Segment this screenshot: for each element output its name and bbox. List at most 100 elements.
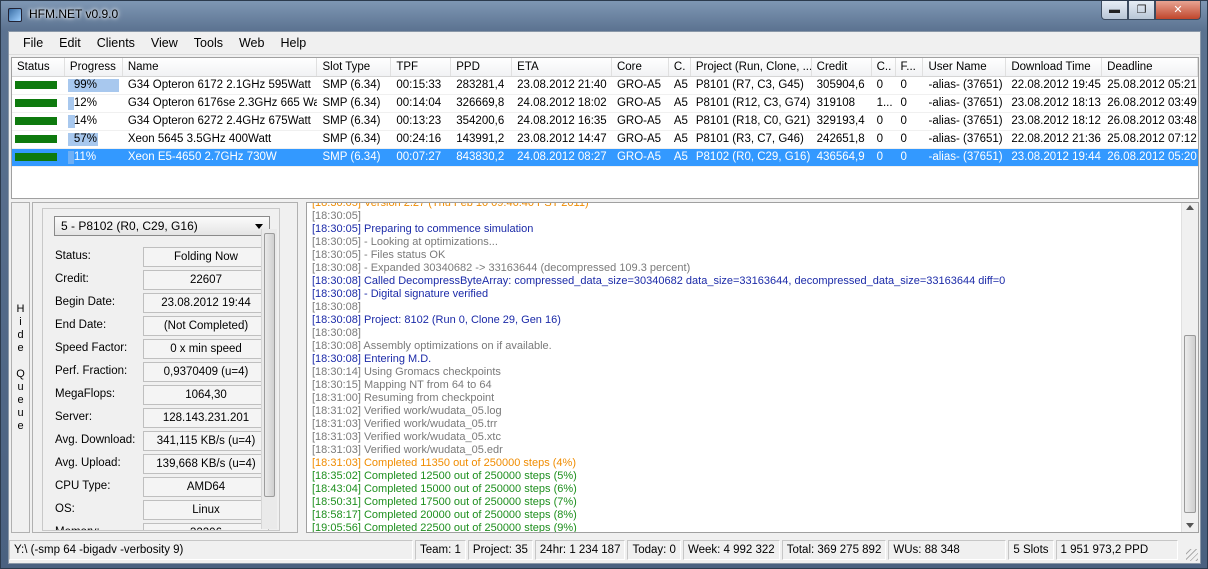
log-line: [18:30:05] Version 2.27 (Thu Feb 10 09:4… (312, 202, 589, 209)
scroll-down-icon[interactable] (1186, 523, 1194, 528)
queue-select[interactable]: 5 - P8102 (R0, C29, G16) (54, 216, 270, 236)
resize-grip-icon[interactable] (1186, 549, 1198, 561)
table-row[interactable]: 14% G34 Opteron 6272 2.4GHz 675Watt SMP (6… (12, 113, 1198, 131)
log-line: [19:05:56] Completed 22500 out of 250000… (312, 522, 577, 533)
menu-file[interactable]: File (15, 36, 51, 50)
cell-tpf: 00:15:33 (396, 79, 442, 91)
menu-help[interactable]: Help (272, 36, 314, 50)
menu-tools[interactable]: Tools (186, 36, 231, 50)
queue-field-value: 1064,30 (143, 385, 269, 405)
header-core[interactable]: Core (612, 58, 669, 76)
cell-core: GRO-A5 (616, 115, 662, 127)
cell-failed: 0 (900, 97, 907, 109)
header-project[interactable]: Project (Run, Clone, ... (691, 58, 812, 76)
queue-field-value: 139,668 KB/s (u=4) (143, 454, 269, 474)
grid-rows: 99% G34 Opteron 6172 2.1GHz 595Watt SMP (6… (12, 77, 1198, 167)
scroll-up-icon[interactable] (1186, 205, 1194, 210)
menu-clients[interactable]: Clients (89, 36, 143, 50)
header-name[interactable]: Name (123, 58, 318, 76)
cell-failed: 0 (900, 115, 907, 127)
cell-eta: 24.08.2012 16:35 (517, 115, 607, 127)
menu-edit[interactable]: Edit (51, 36, 89, 50)
queue-field-label: Speed Factor: (55, 342, 128, 354)
queue-field-label: Begin Date: (55, 296, 116, 308)
cell-completed: 0 (876, 151, 883, 163)
cell-failed: 0 (900, 151, 907, 163)
status-indicator (12, 95, 65, 112)
queue-field: Status: Folding Now (55, 247, 279, 267)
header-eta[interactable]: ETA (512, 58, 612, 76)
header-failed[interactable]: F... (896, 58, 924, 76)
header-ppd[interactable]: PPD (451, 58, 513, 76)
log-scroll-thumb[interactable] (1184, 335, 1196, 513)
cell-project: P8101 (R12, C3, G74) (695, 97, 811, 109)
progress-text: 57% (73, 133, 97, 145)
queue-field: Perf. Fraction: 0,9370409 (u=4) (55, 362, 279, 382)
menu-web[interactable]: Web (231, 36, 272, 50)
app-icon[interactable] (8, 8, 22, 22)
queue-field-label: Perf. Fraction: (55, 365, 128, 377)
table-row[interactable]: 99% G34 Opteron 6172 2.1GHz 595Watt SMP (6… (12, 77, 1198, 95)
status-running-icon (15, 117, 57, 125)
log-line: [18:43:04] Completed 15000 out of 250000… (312, 483, 577, 495)
table-row[interactable]: 57% Xeon 5645 3.5GHz 400Watt SMP (6.34) 00:… (12, 131, 1198, 149)
log-line: [18:30:05] (312, 210, 361, 222)
cell-ppd: 326669,8 (456, 97, 505, 109)
progress-cell: 57% (65, 131, 123, 148)
header-user-name[interactable]: User Name (923, 58, 1007, 76)
cell-core-id: A5 (673, 133, 688, 145)
progress-text: 99% (73, 79, 97, 91)
log-line: [18:58:17] Completed 20000 out of 250000… (312, 509, 577, 521)
queue-field: Begin Date: 23.08.2012 19:44 (55, 293, 279, 313)
queue-field-label: Avg. Upload: (55, 457, 121, 469)
header-completed[interactable]: C.. (872, 58, 896, 76)
status-wus: WUs: 88 348 (888, 540, 1007, 560)
queue-scroll-thumb[interactable] (264, 233, 275, 497)
table-row[interactable]: 12% G34 Opteron 6176se 2.3GHz 665 Watt SMP… (12, 95, 1198, 113)
log-line: [18:31:00] Resuming from checkpoint (312, 392, 495, 404)
cell-user: -alias- (37651) (928, 115, 1003, 127)
cell-download: 23.08.2012 18:12 (1011, 115, 1101, 127)
cell-core: GRO-A5 (616, 79, 662, 91)
header-download-time[interactable]: Download Time (1006, 58, 1103, 76)
log-line: [18:30:05] - Looking at optimizations... (312, 236, 498, 248)
cell-ppd: 843830,2 (456, 151, 505, 163)
table-row[interactable]: 11% Xeon E5-4650 2.7GHz 730W SMP (6.34) 00:… (12, 149, 1198, 167)
queue-scrollbar[interactable] (261, 229, 277, 529)
queue-field-value: 128.143.231.201 (143, 408, 269, 428)
queue-select-value: 5 - P8102 (R0, C29, G16) (61, 219, 198, 233)
cell-deadline: 26.08.2012 05:20 (1107, 151, 1197, 163)
header-status[interactable]: Status (12, 58, 65, 76)
queue-field: Speed Factor: 0 x min speed (55, 339, 279, 359)
log-line: [18:30:08] Assembly optimizations on if … (312, 340, 552, 352)
menu-view[interactable]: View (143, 36, 186, 50)
header-slot-type[interactable]: Slot Type (317, 58, 392, 76)
log-viewer[interactable]: [18:30:05] Version 2.27 (Thu Feb 10 09:4… (306, 202, 1199, 533)
maximize-button[interactable]: ❐ (1128, 1, 1155, 20)
cell-deadline: 26.08.2012 03:48 (1107, 115, 1197, 127)
queue-details: 5 - P8102 (R0, C29, G16) Status: Folding … (42, 208, 280, 531)
cell-core-id: A5 (673, 97, 688, 109)
header-deadline[interactable]: Deadline (1102, 58, 1198, 76)
title-bar[interactable]: HFM.NET v0.9.0 ▬ ❐ ✕ (1, 1, 1207, 29)
header-tpf[interactable]: TPF (391, 58, 452, 76)
status-bar: Y:\ (-smp 64 -bigadv -verbosity 9) Team:… (9, 538, 1200, 563)
cell-deadline: 25.08.2012 05:21 (1107, 79, 1197, 91)
header-progress[interactable]: Progress (65, 58, 123, 76)
app-window: HFM.NET v0.9.0 ▬ ❐ ✕ File Edit Clients V… (0, 0, 1208, 569)
cell-user: -alias- (37651) (928, 133, 1003, 145)
header-core-id[interactable]: C. (669, 58, 691, 76)
queue-field-label: Server: (55, 411, 93, 423)
cell-name: G34 Opteron 6172 2.1GHz 595Watt (127, 79, 311, 91)
queue-field-label: Memory: (55, 526, 100, 530)
window-title: HFM.NET v0.9.0 (29, 7, 119, 21)
hide-queue-letter: H (16, 302, 25, 315)
close-button[interactable]: ✕ (1155, 1, 1201, 20)
cell-eta: 24.08.2012 18:02 (517, 97, 607, 109)
cell-core-id: A5 (673, 151, 688, 163)
header-credit[interactable]: Credit (812, 58, 872, 76)
hide-queue-button[interactable]: HideQueue (11, 202, 30, 533)
cell-user: -alias- (37651) (928, 151, 1003, 163)
minimize-button[interactable]: ▬ (1101, 1, 1128, 20)
log-scrollbar[interactable] (1181, 203, 1198, 532)
